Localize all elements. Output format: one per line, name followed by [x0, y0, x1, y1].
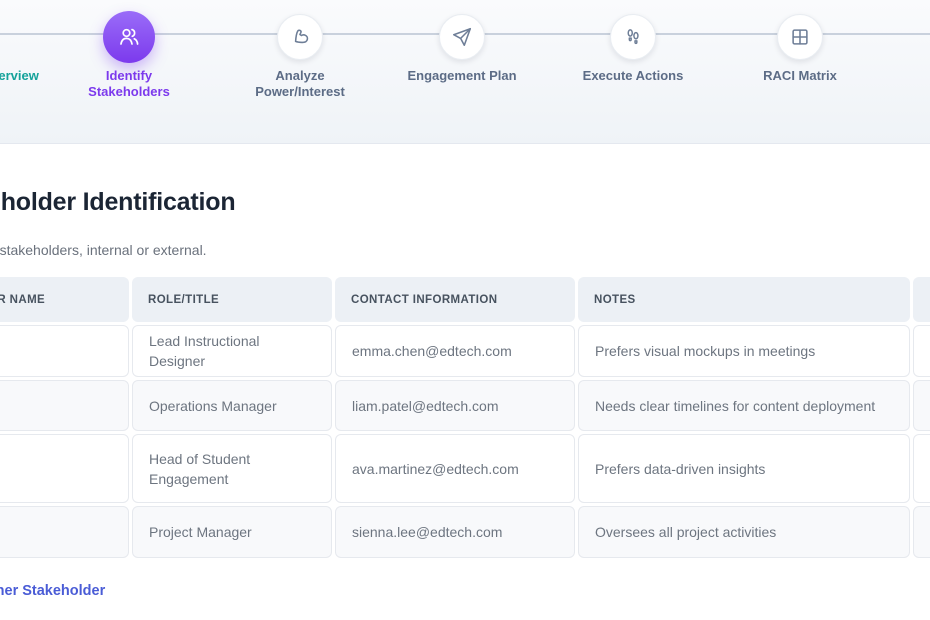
cell-role[interactable]: Head of Student Engagement — [132, 434, 332, 503]
bicep-icon — [289, 26, 311, 48]
cell-name[interactable] — [0, 380, 129, 431]
page-title: Stakeholder Identification — [0, 186, 235, 218]
cell-role[interactable]: Project Manager — [132, 506, 332, 558]
add-another-stakeholder-link[interactable]: + Add Another Stakeholder — [0, 583, 105, 599]
step-label: Execute Actions — [572, 68, 694, 84]
table-row: Head of Student Engagement ava.martinez@… — [0, 434, 930, 503]
cell-contact[interactable]: sienna.lee@edtech.com — [335, 506, 575, 558]
step-label: Stakeholder Overview — [0, 68, 25, 84]
cell-notes[interactable]: Prefers data-driven insights — [578, 434, 910, 503]
paper-plane-icon — [451, 26, 473, 48]
step-circle — [439, 14, 485, 60]
table-row: Operations Manager liam.patel@edtech.com… — [0, 380, 930, 431]
step-circle — [277, 14, 323, 60]
column-header-contact-information: Contact Information — [335, 277, 575, 322]
cell-notes[interactable]: Needs clear timelines for content deploy… — [578, 380, 910, 431]
cell-name[interactable] — [0, 434, 129, 503]
step-circle — [777, 14, 823, 60]
cell-extra[interactable] — [913, 506, 930, 558]
cell-contact[interactable]: liam.patel@edtech.com — [335, 380, 575, 431]
table-row: Lead Instructional Designer emma.chen@ed… — [0, 325, 930, 377]
column-header-role-title: Role/Title — [132, 277, 332, 322]
table-header-row: Stakeholder Name Role/Title Contact Info… — [0, 277, 930, 322]
stakeholder-table: Stakeholder Name Role/Title Contact Info… — [0, 274, 930, 561]
column-header-notes: Notes — [578, 277, 910, 322]
step-label: Identify Stakeholders — [68, 68, 190, 100]
grid-icon — [789, 26, 811, 48]
cell-notes[interactable]: Prefers visual mockups in meetings — [578, 325, 910, 377]
cell-contact[interactable]: ava.martinez@edtech.com — [335, 434, 575, 503]
stakeholder-app-window: Stakeholder Overview Identify Stakeholde… — [0, 0, 930, 620]
cell-contact[interactable]: emma.chen@edtech.com — [335, 325, 575, 377]
column-header-extra — [913, 277, 930, 322]
cell-notes[interactable]: Oversees all project activities — [578, 506, 910, 558]
step-label: Analyze Power/Interest — [239, 68, 361, 100]
cell-role[interactable]: Lead Instructional Designer — [132, 325, 332, 377]
cell-extra[interactable] — [913, 325, 930, 377]
table-row: Project Manager sienna.lee@edtech.com Ov… — [0, 506, 930, 558]
page-subtitle: List all stakeholders, internal or exter… — [0, 240, 207, 260]
column-header-stakeholder-name: Stakeholder Name — [0, 277, 129, 322]
app-canvas: Stakeholder Overview Identify Stakeholde… — [0, 0, 930, 620]
cell-name[interactable] — [0, 506, 129, 558]
cell-role[interactable]: Operations Manager — [132, 380, 332, 431]
footprints-icon — [622, 26, 644, 48]
step-label: Engagement Plan — [401, 68, 523, 84]
cell-extra[interactable] — [913, 434, 930, 503]
step-circle — [103, 11, 155, 63]
wizard-stepper: Stakeholder Overview Identify Stakeholde… — [0, 0, 930, 144]
cell-extra[interactable] — [913, 380, 930, 431]
step-label: RACI Matrix — [739, 68, 861, 84]
step-circle — [610, 14, 656, 60]
cell-name[interactable] — [0, 325, 129, 377]
users-icon — [117, 25, 141, 49]
